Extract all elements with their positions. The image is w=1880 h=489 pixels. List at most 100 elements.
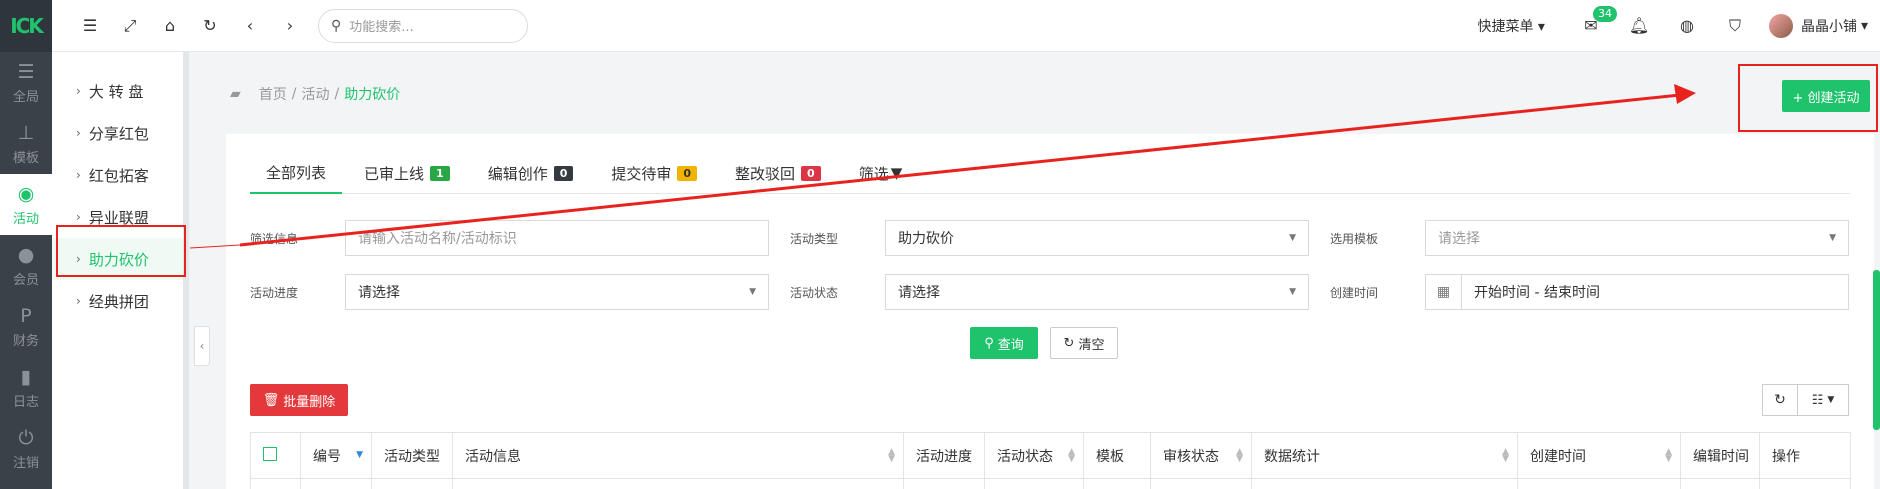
col-header-progress: 活动进度: [903, 432, 985, 479]
tab-label: 筛选: [858, 164, 889, 183]
col-header-id[interactable]: 编号 ▼: [300, 432, 372, 479]
rail-item-template[interactable]: ⊥ 模板: [0, 113, 52, 174]
rail-item-finance[interactable]: P 财务: [0, 296, 52, 357]
submenu-item-group-buy[interactable]: › 经典拼团: [52, 280, 183, 322]
caret-down-icon: ▼: [749, 287, 756, 297]
rail-item-logout[interactable]: ⏻ 注销: [0, 418, 52, 479]
breadcrumb-home[interactable]: 首页: [259, 84, 287, 104]
sort-icon: ▲ ▼: [1236, 447, 1243, 464]
submenu-label: 分享红包: [88, 124, 149, 143]
caret-down-icon: ▼: [1289, 287, 1296, 297]
tab-online[interactable]: 已审上线 1: [348, 152, 466, 194]
search-icon: ⚲: [984, 335, 994, 351]
tab-count-badge: 0: [677, 165, 698, 181]
menu-icon[interactable]: ☰: [70, 0, 110, 52]
input-placeholder: 请输入活动名称/活动标识: [358, 231, 517, 247]
tab-filter[interactable]: 筛选 ▼: [843, 152, 919, 194]
notifications-button[interactable]: 🔔︎: [1615, 0, 1663, 52]
refresh-icon[interactable]: ↻: [190, 0, 230, 52]
tab-pending[interactable]: 提交待审 0: [595, 152, 713, 194]
rail-item-logs[interactable]: ▮ 日志: [0, 357, 52, 418]
rail-item-members[interactable]: ● 会员: [0, 235, 52, 296]
chevron-right-icon: ›: [76, 168, 81, 182]
filter-template-label: 选用模板: [1330, 231, 1379, 246]
chevron-right-icon: ›: [76, 210, 81, 224]
mail-button[interactable]: ✉ 34: [1567, 0, 1617, 52]
select-placeholder: 请选择: [358, 285, 400, 301]
col-header-actions: 操作: [1759, 432, 1851, 479]
home-icon[interactable]: ⌂: [150, 0, 190, 52]
page-scrollbar[interactable]: [1873, 270, 1880, 430]
submenu-label: 红包拓客: [88, 166, 149, 185]
chevron-right-icon: ›: [76, 84, 81, 98]
col-header-review[interactable]: 审核状态 ▲ ▼: [1150, 432, 1252, 479]
users-icon: ●: [17, 243, 35, 266]
function-search-input[interactable]: ⚲ 功能搜索...: [318, 8, 528, 43]
mail-count-badge: 34: [1592, 5, 1617, 22]
tab-label: 整改驳回: [735, 164, 796, 183]
profile-button[interactable]: ◍: [1663, 0, 1711, 52]
annotation-box-submenu: [56, 225, 186, 277]
col-header-template: 模板: [1083, 432, 1151, 479]
filter-type-label: 活动类型: [790, 231, 839, 246]
filter-progress-label: 活动进度: [250, 285, 299, 300]
submenu-item-wheel[interactable]: › 大 转 盘: [52, 70, 183, 112]
app-logo[interactable]: ICK: [0, 0, 52, 52]
caret-down-icon: ▼: [1289, 233, 1296, 243]
template-select[interactable]: 请选择 ▼: [1425, 220, 1849, 256]
collapse-sidebar-button[interactable]: ‹: [194, 326, 210, 366]
submenu-item-share-redpack[interactable]: › 分享红包: [52, 112, 183, 154]
clear-button[interactable]: ↻ 清空: [1050, 327, 1118, 359]
caret-down-icon: ▼: [1827, 395, 1835, 405]
activity-type-select[interactable]: 助力砍价 ▼: [885, 220, 1309, 256]
select-all-checkbox[interactable]: [250, 432, 301, 479]
rail-item-label: 活动: [12, 211, 39, 227]
select-placeholder: 请选择: [898, 285, 940, 301]
list-icon: ☷: [1811, 392, 1824, 408]
breadcrumb-activity[interactable]: 活动: [302, 84, 330, 104]
pocket-button[interactable]: ⛉: [1711, 0, 1759, 52]
col-header-stats[interactable]: 数据统计 ▲ ▼: [1251, 432, 1518, 479]
checkbox[interactable]: [263, 446, 277, 461]
table-refresh-button[interactable]: ↻: [1762, 384, 1798, 416]
bulk-delete-label: 批量删除: [283, 394, 336, 410]
activity-name-input[interactable]: 请输入活动名称/活动标识: [345, 220, 769, 256]
bulk-delete-button[interactable]: 🗑︎ 批量删除: [250, 384, 348, 416]
tab-count-badge: 0: [801, 165, 821, 181]
sort-desc-icon: ▼: [356, 450, 363, 460]
rail-item-label: 全局: [12, 89, 39, 105]
tab-all[interactable]: 全部列表: [250, 152, 343, 194]
sitemap-icon: ⊥: [17, 121, 35, 144]
tab-editing[interactable]: 编辑创作 0: [472, 152, 590, 194]
table-header-row: 编号 ▼ 活动类型 活动信息 ▲ ▼ 活动进度 活动状态 ▲ ▼ 模板 审核状态 ▲ ▼ 数据…: [250, 432, 1851, 479]
fullscreen-icon[interactable]: ⤢: [110, 0, 150, 52]
filter-template-row: 选用模板 请选择 ▼: [1330, 219, 1849, 257]
submenu-item-redpack-acquire[interactable]: › 红包拓客: [52, 154, 183, 196]
caret-down-icon: ▼: [1829, 233, 1836, 243]
rail-item-global[interactable]: ☰ 全局: [0, 52, 52, 113]
col-header-created[interactable]: 创建时间 ▲ ▼: [1517, 432, 1681, 479]
back-icon[interactable]: ‹: [230, 0, 270, 52]
col-header-status[interactable]: 活动状态 ▲ ▼: [984, 432, 1084, 479]
created-date-range[interactable]: ▦ 开始时间 - 结束时间: [1425, 274, 1849, 310]
query-button[interactable]: ⚲ 查询: [970, 327, 1038, 359]
column-toggle-button[interactable]: ☷ ▼: [1797, 384, 1849, 416]
rail-item-label: 财务: [12, 333, 39, 349]
sort-icon: ▲ ▼: [888, 447, 895, 464]
filter-type-row: 活动类型 助力砍价 ▼: [790, 219, 1309, 257]
quick-menu-dropdown[interactable]: 快捷菜单 ▾: [1477, 16, 1544, 36]
column-label: 数据统计: [1264, 448, 1320, 465]
tab-label: 全部列表: [266, 163, 327, 182]
forward-icon[interactable]: ›: [270, 0, 310, 52]
status-select[interactable]: 请选择 ▼: [885, 274, 1309, 310]
tab-rejected[interactable]: 整改驳回 0: [719, 152, 837, 194]
column-label: 操作: [1772, 448, 1800, 465]
column-label: 创建时间: [1530, 448, 1586, 465]
rail-item-label: 日志: [12, 394, 39, 410]
col-header-info[interactable]: 活动信息 ▲ ▼: [452, 432, 904, 479]
calendar-icon: ▦: [1426, 275, 1462, 309]
column-label: 活动进度: [916, 448, 972, 465]
progress-select[interactable]: 请选择 ▼: [345, 274, 769, 310]
rail-item-activity[interactable]: ◉ 活动: [0, 174, 52, 235]
user-menu[interactable]: 晶晶小铺 ▾: [1768, 13, 1868, 38]
